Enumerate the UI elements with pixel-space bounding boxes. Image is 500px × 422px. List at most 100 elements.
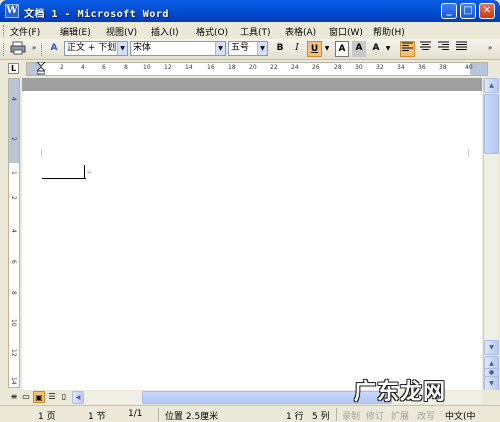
- print-layout-icon[interactable]: ▣: [33, 391, 45, 403]
- status-line: 1 行: [286, 412, 304, 422]
- status-separator: [158, 408, 159, 421]
- ruler-number: 24: [291, 64, 299, 71]
- menu-table[interactable]: 表格(A): [285, 25, 316, 38]
- vruler-number: 14: [10, 377, 17, 385]
- close-button[interactable]: ✕: [479, 3, 495, 19]
- toolbar-overflow-icon[interactable]: »: [30, 41, 38, 57]
- underline-dropdown-icon[interactable]: ▼: [323, 41, 331, 57]
- minimize-button[interactable]: _: [441, 3, 457, 19]
- ruler-number: 8: [124, 64, 128, 71]
- menu-tools[interactable]: 工具(T): [240, 25, 271, 38]
- align-right-icon[interactable]: [436, 41, 451, 57]
- tab-selector[interactable]: L: [8, 63, 19, 74]
- status-bar: 1 页 1 节 1/1 位置 2.5厘米 1 行 5 列 录制 修订 扩展 改写…: [0, 405, 500, 422]
- scroll-down-icon[interactable]: ▼: [484, 340, 499, 355]
- font-combo[interactable]: 宋体 ▼: [130, 41, 226, 56]
- title-bar[interactable]: W 文档 1 - Microsoft Word _ □ ✕: [0, 0, 500, 22]
- scroll-left-icon[interactable]: ◀: [72, 391, 84, 404]
- scale-dropdown-icon[interactable]: ▼: [384, 41, 392, 57]
- normal-view-icon[interactable]: ≡: [8, 391, 20, 403]
- ruler-number: 18: [228, 64, 236, 71]
- document-page[interactable]: ↵: [22, 91, 482, 390]
- toolbar-grip-2[interactable]: [41, 43, 44, 56]
- chevron-down-icon[interactable]: ▼: [257, 42, 267, 55]
- vertical-scrollbar[interactable]: ▲ ▼ ▲ ● ▼: [483, 78, 499, 391]
- align-center-icon[interactable]: [418, 41, 433, 57]
- status-trk[interactable]: 修订: [366, 409, 384, 422]
- vruler-number: 4: [10, 229, 17, 233]
- size-value: 五号: [231, 43, 250, 53]
- status-ovr[interactable]: 改写: [417, 409, 435, 422]
- status-page: 1 页: [38, 412, 56, 422]
- char-scale-icon[interactable]: A: [369, 41, 383, 57]
- vertical-scroll-thumb[interactable]: [484, 94, 499, 154]
- ruler-number: 26: [312, 64, 320, 71]
- ruler-row: L 2 4 6 8 10 12 14 16 18 20 22 24 26 28 …: [0, 61, 500, 77]
- ruler-number: 40: [465, 64, 473, 71]
- toolbar-options-icon[interactable]: »: [485, 41, 495, 57]
- menu-bar: 文件(F) 编辑(E) 视图(V) 插入(I) 格式(O) 工具(T) 表格(A…: [0, 22, 500, 39]
- ruler-number: 38: [439, 64, 447, 71]
- menu-insert[interactable]: 插入(I): [151, 25, 179, 38]
- chevron-down-icon[interactable]: ▼: [117, 42, 127, 55]
- ruler-number: 6: [102, 64, 106, 71]
- char-border-button[interactable]: A: [335, 41, 349, 57]
- align-left-icon[interactable]: [400, 41, 415, 57]
- menu-help[interactable]: 帮助(H): [373, 25, 405, 38]
- ruler-number: 30: [355, 64, 363, 71]
- size-combo[interactable]: 五号 ▼: [228, 41, 268, 56]
- ruler-number: 34: [397, 64, 405, 71]
- toolbar-grip[interactable]: [3, 43, 6, 56]
- watermark-text: 广东龙网: [354, 379, 447, 405]
- ruler-number: 20: [249, 64, 257, 71]
- style-value: 正文 + 下划: [67, 43, 117, 53]
- reading-view-icon[interactable]: ▯: [58, 391, 70, 403]
- margin-corner-mark: [41, 149, 42, 157]
- char-shading-button[interactable]: A: [352, 41, 366, 57]
- ruler-number: 22: [270, 64, 278, 71]
- bold-button[interactable]: B: [273, 41, 287, 57]
- menu-window[interactable]: 窗口(W): [329, 25, 363, 38]
- print-icon[interactable]: [9, 41, 27, 57]
- word-app-icon[interactable]: W: [5, 4, 19, 18]
- horizontal-ruler[interactable]: 2 4 6 8 10 12 14 16 18 20 22 24 26 28 30…: [26, 61, 488, 76]
- web-view-icon[interactable]: ▭: [20, 391, 32, 403]
- outline-view-icon[interactable]: ☰: [46, 391, 58, 403]
- ruler-number: 32: [376, 64, 384, 71]
- status-separator: [336, 408, 337, 421]
- scroll-up-icon[interactable]: ▲: [484, 78, 499, 93]
- status-language: 中文(中: [445, 412, 476, 422]
- menubar-grip[interactable]: [3, 25, 6, 37]
- ruler-number: 12: [164, 64, 172, 71]
- font-value: 宋体: [133, 43, 152, 53]
- vruler-number: 8: [10, 291, 17, 295]
- vruler-number: 4: [10, 97, 17, 101]
- menu-view[interactable]: 视图(V): [106, 25, 137, 38]
- menu-format[interactable]: 格式(O): [196, 25, 228, 38]
- vruler-number: 12: [10, 349, 17, 357]
- vruler-number: 2: [10, 196, 17, 200]
- underline-button[interactable]: U: [307, 41, 322, 57]
- status-ext[interactable]: 扩展: [391, 409, 409, 422]
- menu-file[interactable]: 文件(F): [10, 25, 40, 38]
- status-column: 5 列: [312, 412, 330, 422]
- window-title: 文档 1 - Microsoft Word: [24, 9, 169, 20]
- vruler-number: 10: [10, 319, 17, 327]
- underlined-text-line: [42, 178, 86, 179]
- maximize-button[interactable]: □: [460, 3, 476, 19]
- status-rec[interactable]: 录制: [342, 409, 360, 422]
- paragraph-mark-icon: ↵: [87, 169, 93, 176]
- styles-pane-icon[interactable]: A: [47, 41, 61, 57]
- menu-edit[interactable]: 编辑(E): [60, 25, 91, 38]
- justify-icon[interactable]: [454, 41, 469, 57]
- vertical-ruler[interactable]: 4 2 1 2 4 6 8 10 12 14: [8, 78, 20, 388]
- italic-button[interactable]: I: [290, 41, 304, 57]
- style-combo[interactable]: 正文 + 下划 ▼: [64, 41, 128, 56]
- vruler-number: 6: [10, 260, 17, 264]
- vruler-number: 1: [10, 171, 17, 175]
- next-page-icon[interactable]: ▼: [484, 376, 499, 391]
- chevron-down-icon[interactable]: ▼: [215, 42, 225, 55]
- indent-marker-icon[interactable]: [35, 61, 47, 75]
- top-margin-area: [9, 79, 19, 163]
- text-cursor: [84, 165, 85, 178]
